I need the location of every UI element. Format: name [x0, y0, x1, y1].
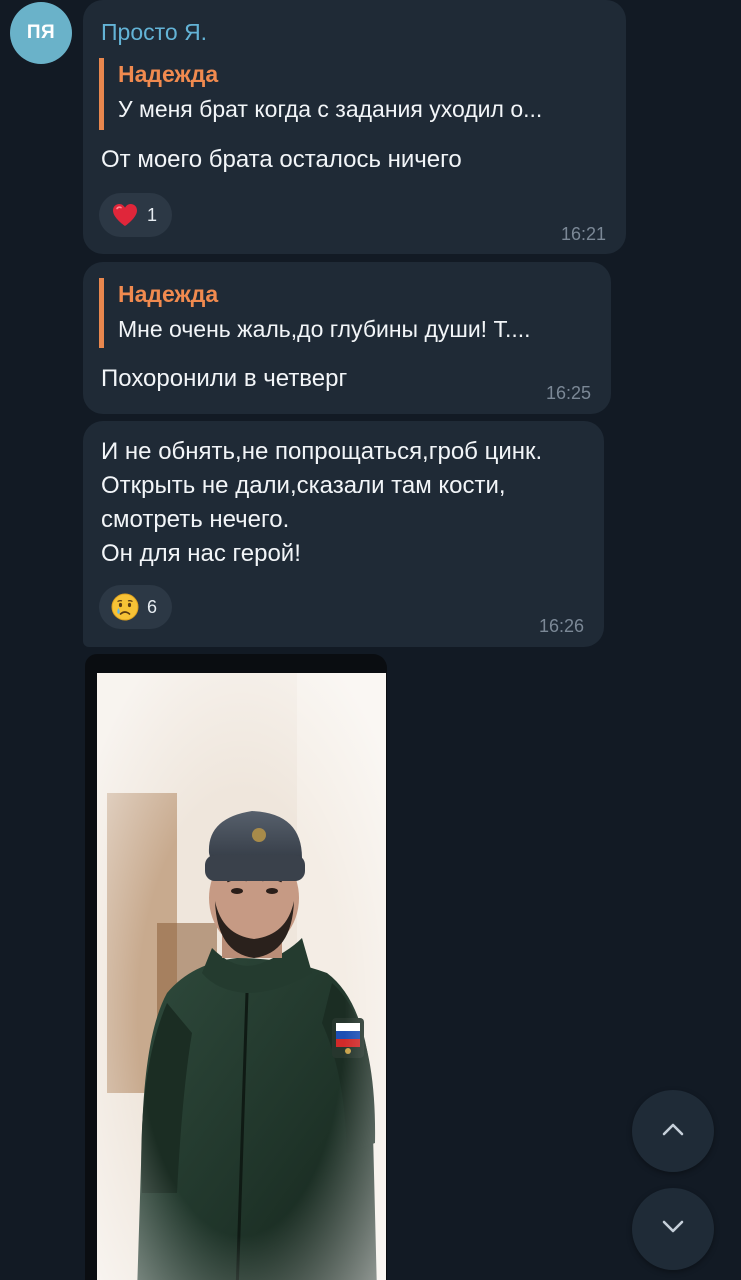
reaction-count: 6 — [147, 596, 158, 617]
message-text: От моего брата осталось ничего — [101, 146, 462, 173]
message-time: 16:25 — [545, 383, 591, 403]
sender-name[interactable]: Просто Я. — [101, 18, 207, 46]
sender-avatar[interactable]: ПЯ — [10, 2, 72, 64]
reaction-chip[interactable]: 1 — [99, 193, 172, 237]
reply-text: Мне очень жаль,до глубины души! Т.... — [118, 316, 531, 342]
message-text: И не обнять,не попрощаться,гроб цинк. От… — [101, 438, 543, 567]
chat-view: ПЯ Просто Я. Надежда У меня брат когда с… — [0, 0, 741, 1280]
soldier-photo[interactable] — [97, 673, 386, 1280]
chevron-up-icon — [661, 1121, 685, 1142]
heart-icon — [111, 201, 139, 229]
soldier-illustration — [97, 673, 386, 1280]
avatar-initials: ПЯ — [26, 22, 56, 43]
reply-author: Надежда — [118, 281, 219, 307]
reaction-chip[interactable]: 6 — [99, 585, 172, 629]
photo-message[interactable] — [85, 654, 387, 1280]
reply-quote[interactable]: Надежда У меня брат когда с задания уход… — [99, 58, 542, 130]
message-bubble[interactable]: Надежда Мне очень жаль,до глубины души! … — [83, 262, 611, 414]
chevron-down-icon — [661, 1219, 685, 1240]
reaction-count: 1 — [147, 204, 158, 225]
reply-text: У меня брат когда с задания уходил о... — [118, 96, 543, 122]
message-time: 16:21 — [560, 224, 606, 244]
scroll-up-button[interactable] — [632, 1090, 714, 1172]
message-text: Похоронили в четверг — [101, 365, 348, 392]
message-bubble[interactable]: Просто Я. Надежда У меня брат когда с за… — [83, 0, 626, 254]
reply-author: Надежда — [118, 61, 219, 87]
message-time: 16:26 — [538, 616, 584, 636]
message-bubble[interactable]: И не обнять,не попрощаться,гроб цинк. От… — [83, 421, 604, 647]
reply-quote[interactable]: Надежда Мне очень жаль,до глубины души! … — [99, 278, 531, 348]
scroll-down-button[interactable] — [632, 1188, 714, 1270]
crying-face-icon — [111, 593, 139, 621]
